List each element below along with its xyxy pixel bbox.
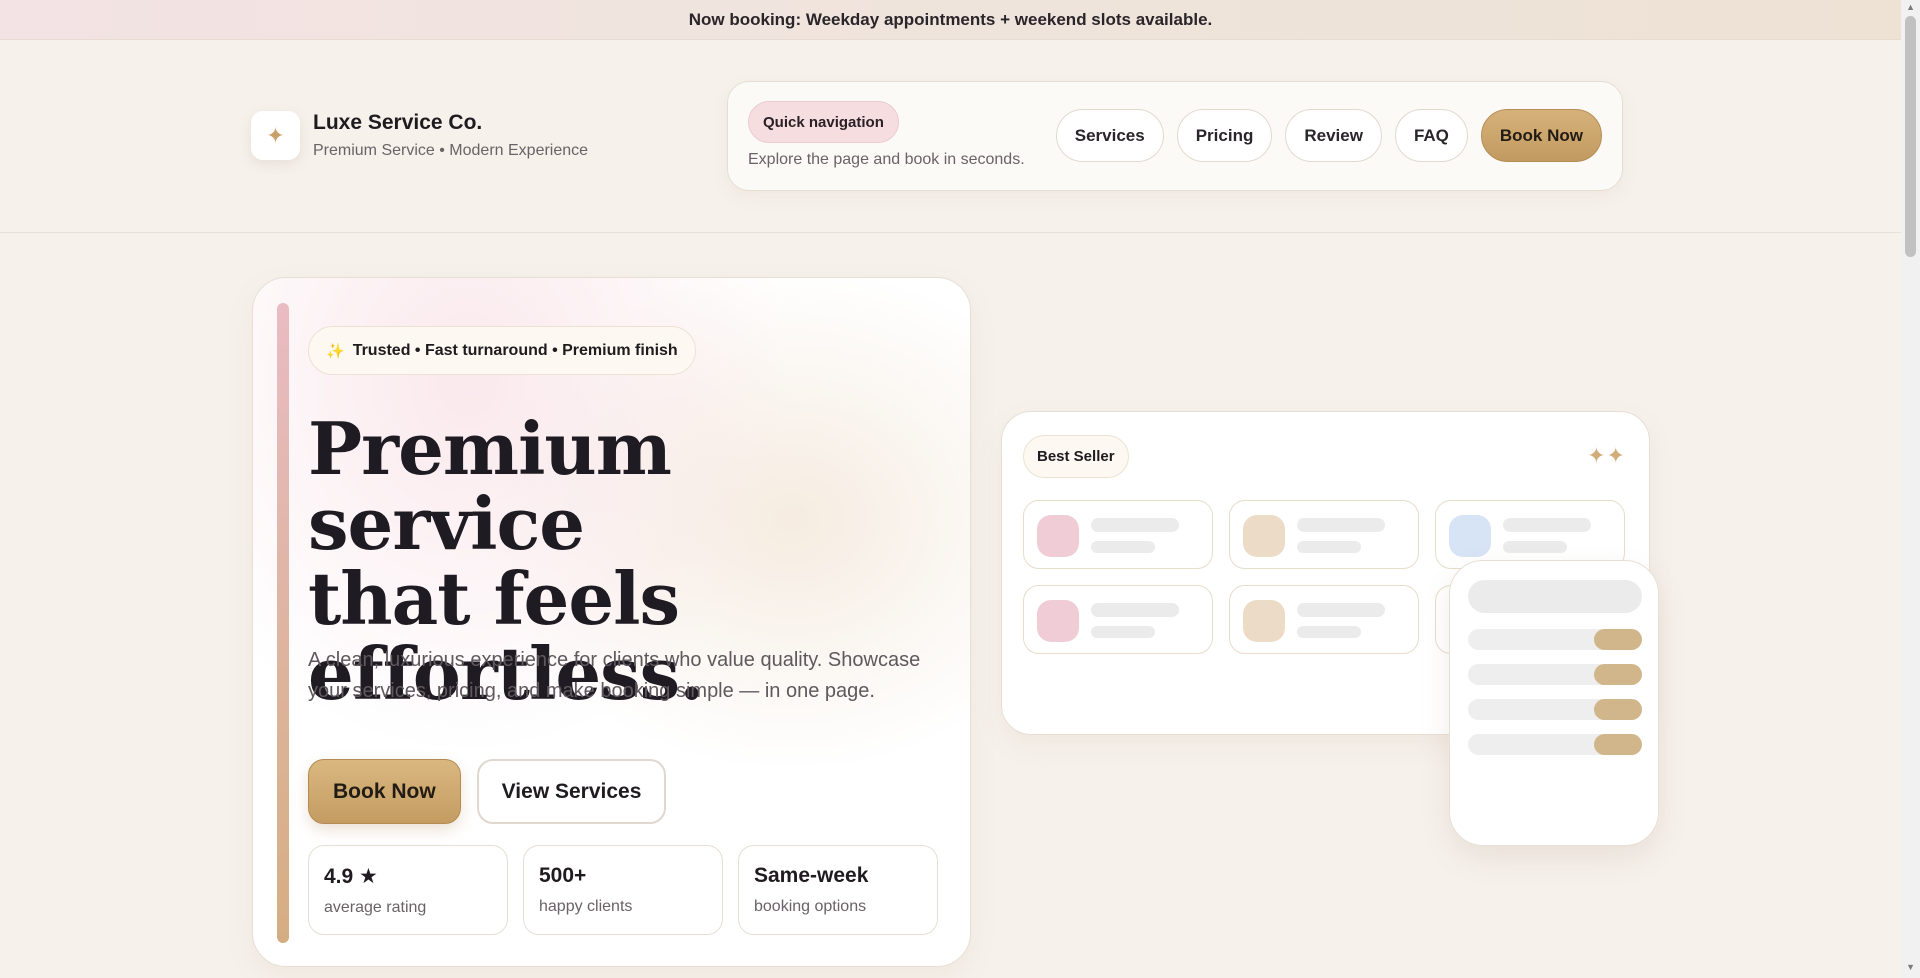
preview-tile [1023,500,1213,569]
preview-tile [1229,585,1419,654]
stat-card-rating: 4.9 ★ average rating [308,845,508,935]
announcement-bar: Now booking: Weekday appointments + week… [0,0,1901,40]
tile-placeholder-line [1091,541,1155,553]
phone-row-pill [1594,734,1642,755]
header-divider [0,232,1901,233]
tile-placeholder-line [1091,518,1179,532]
book-now-button[interactable]: Book Now [308,759,461,824]
tile-placeholder-line [1503,541,1567,553]
tile-placeholder-line [1297,518,1385,532]
hero-accent-bar [277,303,289,943]
stat-label: average rating [324,899,427,916]
page: Now booking: Weekday appointments + week… [0,0,1920,978]
nav-link-services[interactable]: Services [1055,109,1164,162]
quick-navigation-panel: Quick navigation Explore the page and bo… [727,81,1623,191]
phone-list-row [1468,664,1642,685]
phone-list-row [1468,734,1642,755]
hero-card: ✨ Trusted • Fast turnaround • Premium fi… [252,277,971,967]
phone-row-pill [1594,699,1642,720]
trust-badge-text: Trusted • Fast turnaround • Premium fini… [352,341,678,359]
scroll-up-arrow-icon[interactable]: ▲ [1906,2,1915,12]
phone-mockup [1449,560,1659,846]
hero-title-line-2: that feels [308,556,680,641]
tile-swatch [1449,515,1491,557]
brand-name: Luxe Service Co. [313,111,483,134]
stat-label: happy clients [539,898,633,915]
preview-tile [1023,585,1213,654]
brand-tagline: Premium Service • Modern Experience [313,142,589,159]
best-seller-badge: Best Seller [1023,435,1129,478]
tile-swatch [1037,515,1079,557]
brand[interactable]: ✦ Luxe Service Co. Premium Service • Mod… [251,111,588,160]
sparkles-icon: ✨ [326,342,345,360]
hero-title-line-1: Premium service [308,406,672,566]
quick-navigation-chip: Quick navigation [748,101,899,143]
phone-header-placeholder [1468,580,1642,613]
nav-link-review[interactable]: Review [1285,109,1382,162]
scroll-down-arrow-icon[interactable]: ▼ [1906,962,1915,972]
nav-link-pricing[interactable]: Pricing [1176,109,1273,162]
announcement-text: Now booking: Weekday appointments + week… [688,9,1213,29]
sparkles-icon: ✦✦ [1587,443,1626,468]
hero-description: A clean, luxurious experience for client… [308,649,921,702]
tile-placeholder-line [1091,603,1179,617]
nav-link-faq[interactable]: FAQ [1394,109,1468,162]
preview-tile [1229,500,1419,569]
tile-swatch [1243,600,1285,642]
tile-swatch [1037,600,1079,642]
stat-value: Same-week [754,864,869,887]
sparkle-logo-icon: ✦ [251,111,300,160]
trust-badge: ✨ Trusted • Fast turnaround • Premium fi… [308,326,696,375]
stat-card-clients: 500+ happy clients [523,845,723,935]
tile-swatch [1243,515,1285,557]
scrollbar-thumb[interactable] [1905,16,1916,257]
phone-row-pill [1594,664,1642,685]
stats-row: 4.9 ★ average rating 500+ happy clients … [308,845,938,935]
stat-label: booking options [754,898,867,915]
phone-row-pill [1594,629,1642,650]
tile-placeholder-line [1297,541,1361,553]
stat-value: 4.9 ★ [324,865,378,888]
tile-placeholder-line [1297,603,1385,617]
page-scrollbar[interactable]: ▲ ▼ [1901,0,1920,978]
quick-navigation-subtitle: Explore the page and book in seconds. [748,151,1025,168]
stat-value: 500+ [539,864,587,887]
view-services-button[interactable]: View Services [476,759,667,824]
nav-book-now-button[interactable]: Book Now [1480,109,1602,162]
phone-list-row [1468,629,1642,650]
phone-list-row [1468,699,1642,720]
tile-placeholder-line [1503,518,1591,532]
stat-card-booking: Same-week booking options [738,845,938,935]
tile-placeholder-line [1091,626,1155,638]
preview-tile [1435,500,1625,569]
tile-placeholder-line [1297,626,1361,638]
